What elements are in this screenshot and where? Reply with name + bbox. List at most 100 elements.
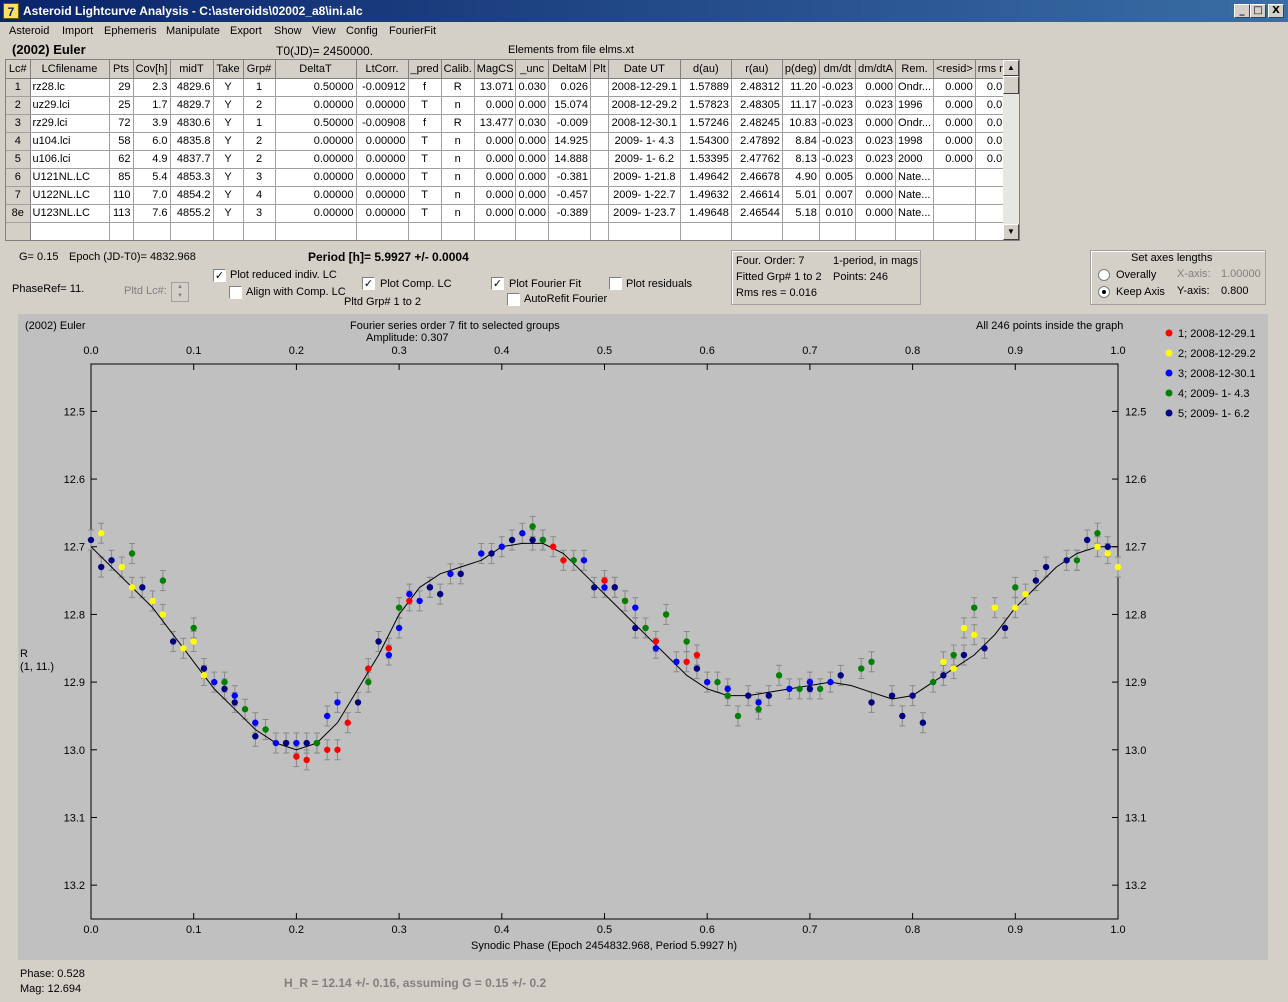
table-cell[interactable]: 0.00000 [275,132,357,151]
table-cell[interactable]: 5.4 [133,168,171,187]
table-cell[interactable]: Nate... [895,186,935,205]
table-cell[interactable]: 10.83 [782,114,820,133]
pltd-lc-spinner[interactable]: ▲ ▼ [171,282,189,302]
table-cell[interactable]: 2000 [895,150,935,169]
scroll-down-icon[interactable]: ▼ [1003,224,1019,240]
table-cell[interactable]: 1998 [895,132,935,151]
table-cell[interactable]: 2008-12-29.1 [608,78,681,97]
table-cell[interactable]: T [408,150,442,169]
table-cell[interactable]: 11.17 [782,96,820,115]
x-axis-value[interactable]: 1.00000 [1221,268,1261,280]
table-cell[interactable]: n [441,168,475,187]
menu-config[interactable]: Config [346,25,378,37]
table-cell[interactable] [933,186,976,205]
column-header[interactable]: r(au) [731,60,783,79]
table-cell[interactable]: 2 [243,132,276,151]
table-cell[interactable]: 0.000 [855,204,897,223]
table-cell[interactable]: 29 [109,78,134,97]
table-cell[interactable]: 2.46614 [731,186,783,205]
table-cell[interactable]: -0.389 [548,204,591,223]
table-row[interactable]: 6 U121NL.LC 85 5.4 4853.3 Y 3 0.00000 0.00000 Tn 0… [6,168,1018,187]
table-cell[interactable]: Y [213,150,244,169]
menu-show[interactable]: Show [274,25,302,37]
table-cell[interactable]: -0.00908 [356,114,409,133]
table-cell[interactable]: 2.47892 [731,132,783,151]
table-cell[interactable]: 0.00000 [356,186,409,205]
table-cell[interactable]: 4835.8 [170,132,214,151]
table-cell[interactable] [213,222,244,240]
column-header[interactable]: Rem. [895,60,935,79]
table-cell[interactable]: 0.000 [515,150,549,169]
table-cell[interactable]: 3.9 [133,114,171,133]
table-cell[interactable]: rz29.lci [30,114,110,133]
table-cell[interactable]: 0.50000 [275,114,357,133]
table-cell[interactable]: T [408,96,442,115]
table-cell[interactable]: 2009- 1- 6.2 [608,150,681,169]
table-cell[interactable]: 0.000 [515,132,549,151]
table-cell[interactable]: 7.6 [133,204,171,223]
table-cell[interactable]: 2.48305 [731,96,783,115]
table-cell[interactable]: 1.49632 [680,186,732,205]
table-cell[interactable]: R [441,114,475,133]
table-cell[interactable]: U123NL.LC [30,204,110,223]
table-cell[interactable]: Ondr... [895,114,935,133]
table-cell[interactable] [590,132,609,151]
table-cell[interactable]: 3 [243,204,276,223]
table-cell[interactable]: Y [213,132,244,151]
table-cell[interactable] [356,222,409,240]
table-cell[interactable]: R [441,78,475,97]
table-cell[interactable]: 0.000 [933,96,976,115]
table-cell[interactable]: Y [213,78,244,97]
column-header[interactable]: _pred [408,60,442,79]
table-cell[interactable]: uz29.lci [30,96,110,115]
column-header[interactable]: p(deg) [782,60,820,79]
table-cell[interactable]: -0.00912 [356,78,409,97]
spin-up-icon[interactable]: ▲ [172,283,188,292]
overally-radio[interactable] [1098,269,1110,281]
table-row[interactable]: 7 U122NL.LC 110 7.0 4854.2 Y 4 0.00000 0.00000 Tn… [6,186,1018,205]
menu-fourierfit[interactable]: FourierFit [389,25,436,37]
table-cell[interactable] [933,204,976,223]
table-cell[interactable] [590,96,609,115]
table-cell[interactable]: 0.00000 [356,168,409,187]
table-cell[interactable]: 2.46678 [731,168,783,187]
column-header[interactable]: DeltaM [548,60,591,79]
table-cell[interactable] [933,222,976,240]
table-cell[interactable]: T [408,186,442,205]
minimize-button[interactable]: _ [1234,4,1250,18]
table-cell[interactable]: 0.000 [515,96,549,115]
table-cell[interactable]: 0.00000 [275,186,357,205]
table-cell[interactable]: 1996 [895,96,935,115]
table-cell[interactable]: U121NL.LC [30,168,110,187]
table-cell[interactable]: rz28.lc [30,78,110,97]
table-cell[interactable]: T [408,132,442,151]
table-cell[interactable]: 2009- 1- 4.3 [608,132,681,151]
column-header[interactable]: LCfilename [30,60,110,79]
table-cell[interactable]: Y [213,96,244,115]
table-cell[interactable] [608,222,681,240]
table-cell[interactable]: 0.023 [855,96,897,115]
table-cell[interactable]: 5.18 [782,204,820,223]
table-row[interactable]: 2 uz29.lci 25 1.7 4829.7 Y 2 0.00000 0.00000 Tn 0.… [6,96,1018,115]
table-cell[interactable]: 7.0 [133,186,171,205]
table-cell[interactable]: 0.000 [474,132,517,151]
table-cell[interactable]: 0.00000 [356,204,409,223]
table-cell[interactable]: 0.000 [855,78,897,97]
table-row[interactable]: 5 u106.lci 62 4.9 4837.7 Y 2 0.00000 0.00000 Tn 0.… [6,150,1018,169]
table-cell[interactable] [30,222,110,240]
table-cell[interactable]: 1.57246 [680,114,732,133]
column-header[interactable]: _unc [515,60,549,79]
row-header[interactable]: 5 [6,150,31,169]
table-cell[interactable]: 0.000 [515,204,549,223]
table-cell[interactable]: -0.023 [819,132,857,151]
column-header[interactable]: Calib. [441,60,475,79]
table-cell[interactable] [590,78,609,97]
menu-ephemeris[interactable]: Ephemeris [104,25,157,37]
table-row-empty[interactable] [6,222,1018,240]
table-cell[interactable]: 8.84 [782,132,820,151]
table-row[interactable]: 1 rz28.lc 29 2.3 4829.6 Y 1 0.50000 -0.00912 f R 13… [6,78,1018,97]
table-cell[interactable] [109,222,134,240]
table-cell[interactable]: 2009- 1-23.7 [608,204,681,223]
table-cell[interactable]: 0.000 [933,150,976,169]
table-cell[interactable]: 2008-12-29.2 [608,96,681,115]
